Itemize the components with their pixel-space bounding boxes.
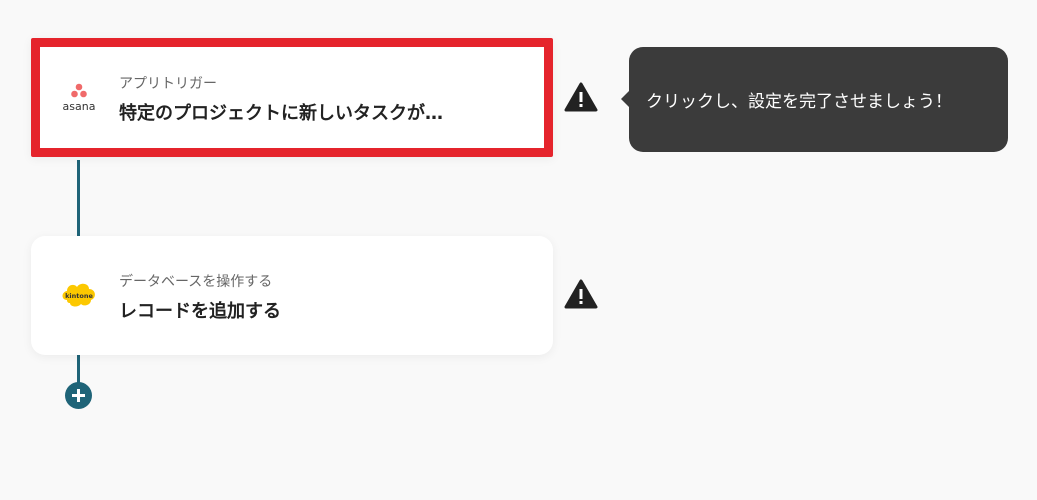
step-title: 特定のプロジェクトに新しいタスクが… [119, 103, 443, 124]
add-step-button[interactable] [65, 382, 92, 409]
step-card-action[interactable]: kintone データベースを操作する レコードを追加する [31, 236, 553, 355]
tooltip-setup-hint: クリックし、設定を完了させましょう！ [621, 47, 1008, 152]
step-card-trigger[interactable]: asana アプリトリガー 特定のプロジェクトに新しいタスクが… [31, 38, 553, 157]
asana-logo-text: asana [63, 100, 96, 113]
tooltip-arrow [621, 91, 629, 107]
step-title: レコードを追加する [119, 301, 281, 322]
warning-icon[interactable] [564, 82, 598, 112]
asana-logo: asana [58, 80, 100, 116]
plus-icon [72, 389, 85, 402]
kintone-logo-text: kintone [65, 292, 93, 300]
kintone-logo: kintone [58, 278, 100, 314]
connector-line [77, 160, 80, 236]
warning-icon[interactable] [564, 279, 598, 309]
step-subtitle: データベースを操作する [119, 274, 273, 290]
connector-line [77, 355, 80, 383]
step-subtitle: アプリトリガー [119, 76, 217, 92]
tooltip-text: クリックし、設定を完了させましょう！ [646, 92, 952, 112]
